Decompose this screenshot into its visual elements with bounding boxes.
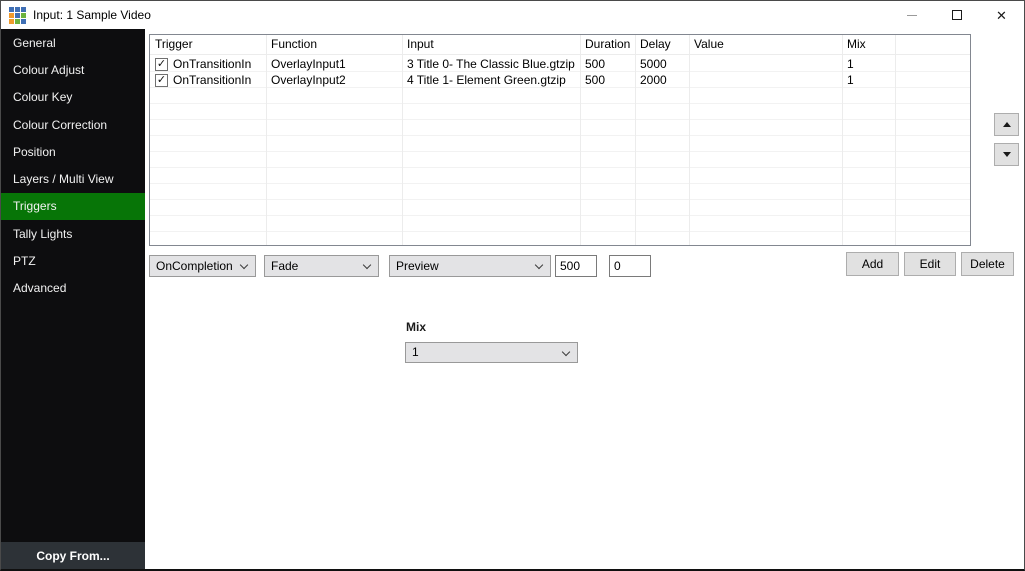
close-icon: ✕ [996,9,1007,22]
column-header-duration[interactable]: Duration [580,35,635,54]
column-header-function[interactable]: Function [266,35,402,54]
table-row[interactable]: ✓ OnTransitionIn OverlayInput1 3 Title 0-… [150,56,970,72]
trigger-type-value: OnCompletion [156,259,233,273]
duration-cell: 500 [580,72,635,88]
delay-cell [689,72,842,88]
chevron-down-icon [240,261,248,269]
delete-button[interactable]: Delete [961,252,1014,276]
window-title: Input: 1 Sample Video [33,8,889,22]
sidebar-item-triggers[interactable]: Triggers [1,193,145,220]
copy-from-button[interactable]: Copy From... [1,542,145,569]
sidebar-item-colour-key[interactable]: Colour Key [1,84,145,111]
delay-cell: 5000 [635,56,689,72]
column-header-trigger[interactable]: Trigger [150,35,266,54]
minimize-icon [907,15,917,16]
table-header-row: Trigger Function Input Duration Delay Va… [150,35,970,55]
function-cell: OverlayInput2 [266,72,402,88]
column-header-blank [895,35,970,54]
input-settings-window: Input: 1 Sample Video ✕ General Colour A… [0,0,1025,571]
mix-cell: 1 [842,72,895,88]
trigger-cell: OnTransitionIn [173,73,251,88]
sidebar-item-general[interactable]: General [1,29,145,56]
move-up-button[interactable] [994,113,1019,136]
arrow-down-icon [1003,152,1011,157]
column-divider [580,35,581,245]
vmix-logo-icon [9,7,26,24]
table-row[interactable]: ✓ OnTransitionIn OverlayInput2 4 Title 1-… [150,72,970,88]
duration-cell: 500 [580,56,635,72]
sidebar-item-position[interactable]: Position [1,138,145,165]
trigger-type-dropdown[interactable]: OnCompletion [149,255,256,277]
column-divider [402,35,403,245]
triggers-table[interactable]: Trigger Function Input Duration Delay Va… [149,34,971,246]
mix-label: Mix [406,320,426,334]
chevron-down-icon [535,261,543,269]
trigger-cell: OnTransitionIn [173,57,251,72]
blank-cell [895,72,970,88]
table-rows-area: ✓ OnTransitionIn OverlayInput1 3 Title 0-… [150,56,970,245]
triggers-table-inner: Trigger Function Input Duration Delay Va… [150,35,970,245]
column-divider [635,35,636,245]
input-cell: 3 Title 0- The Classic Blue.gtzip [402,56,580,72]
column-divider [266,35,267,245]
mix-value: 1 [412,345,419,359]
column-divider [895,35,896,245]
input-cell: 4 Title 1- Element Green.gtzip [402,72,580,88]
function-cell: OverlayInput1 [266,56,402,72]
move-down-button[interactable] [994,143,1019,166]
minimize-button [889,1,934,29]
close-button[interactable]: ✕ [979,1,1024,29]
sidebar-item-ptz[interactable]: PTZ [1,247,145,274]
chevron-down-icon [562,348,570,356]
function-value: Fade [271,259,298,273]
triggers-panel: Trigger Function Input Duration Delay Va… [145,29,1024,569]
column-header-value[interactable]: Value [689,35,842,54]
titlebar: Input: 1 Sample Video ✕ [1,1,1024,29]
maximize-icon [952,10,962,20]
sidebar-item-layers-multi-view[interactable]: Layers / Multi View [1,165,145,192]
window-body: General Colour Adjust Colour Key Colour … [1,29,1024,569]
add-button[interactable]: Add [846,252,899,276]
column-divider [689,35,690,245]
maximize-button[interactable] [934,1,979,29]
input-dropdown[interactable]: Preview [389,255,551,277]
duration-input[interactable] [555,255,597,277]
delay-cell: 2000 [635,72,689,88]
edit-button[interactable]: Edit [904,252,956,276]
column-header-delay[interactable]: Delay [635,35,689,54]
sidebar-item-colour-adjust[interactable]: Colour Adjust [1,56,145,83]
sidebar-item-advanced[interactable]: Advanced [1,275,145,302]
mix-dropdown[interactable]: 1 [405,342,578,363]
mix-cell: 1 [842,56,895,72]
chevron-down-icon [363,261,371,269]
trigger-enabled-checkbox[interactable]: ✓ [155,74,168,87]
sidebar: General Colour Adjust Colour Key Colour … [1,29,145,569]
column-header-input[interactable]: Input [402,35,580,54]
column-header-mix[interactable]: Mix [842,35,895,54]
function-dropdown[interactable]: Fade [264,255,379,277]
blank-cell [895,56,970,72]
sidebar-item-tally-lights[interactable]: Tally Lights [1,220,145,247]
trigger-enabled-checkbox[interactable]: ✓ [155,58,168,71]
input-value: Preview [396,259,439,273]
arrow-up-icon [1003,122,1011,127]
delay-input[interactable] [609,255,651,277]
value-cell [689,56,842,72]
sidebar-item-colour-correction[interactable]: Colour Correction [1,111,145,138]
column-divider [842,35,843,245]
